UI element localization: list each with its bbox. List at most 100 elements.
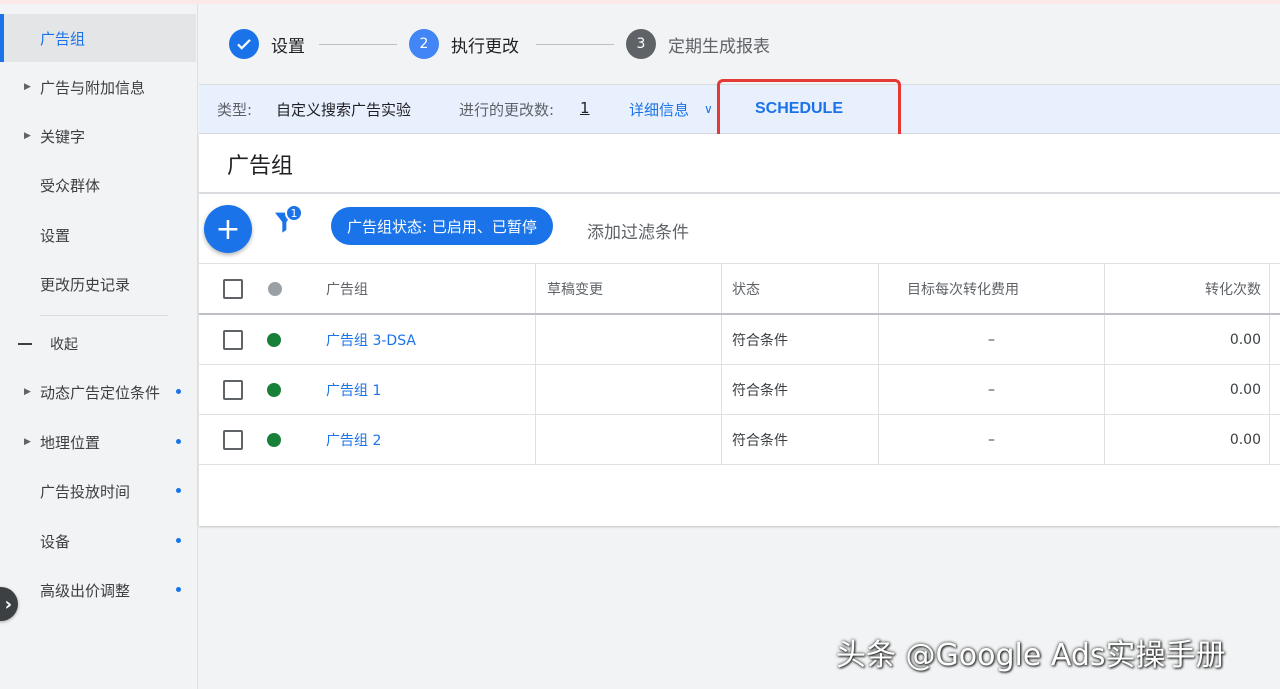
sidebar-item-settings[interactable]: 设置: [0, 211, 196, 259]
plus-icon: +: [215, 211, 241, 247]
sidebar-item-label: 更改历史记录: [40, 275, 131, 294]
details-link[interactable]: 详细信息: [629, 99, 689, 120]
sidebar-item-change-history[interactable]: 更改历史记录: [0, 260, 196, 308]
ad-group-link[interactable]: 广告组 2: [326, 415, 381, 464]
sidebar-item-ads-extensions[interactable]: ▶ 广告与附加信息: [0, 63, 196, 111]
sidebar-nav: 广告组 ▶ 广告与附加信息 ▶ 关键字 受众群体 设置 更改历史记录 收起 ▶ …: [0, 4, 198, 689]
step-connector: [536, 44, 614, 45]
experiment-info-bar: 类型: 自定义搜索广告实验 进行的更改数: 1 详细信息 ∨ SCHEDULE: [199, 84, 1280, 134]
caret-right-icon: ▶: [24, 387, 31, 397]
ad-group-link[interactable]: 广告组 3-DSA: [326, 315, 416, 364]
sidebar-item-label: 设备: [40, 532, 71, 551]
table-row[interactable]: 广告组 1 符合条件 – 0.00: [199, 365, 1280, 415]
add-filter-link[interactable]: 添加过滤条件: [587, 218, 689, 243]
indicator-dot: [176, 389, 181, 394]
watermark: 头条 @Google Ads实操手册: [836, 638, 1226, 673]
conversions-cell: 0.00: [1229, 431, 1261, 448]
column-divider: [535, 415, 536, 464]
sidebar-item-keywords[interactable]: ▶ 关键字: [0, 112, 196, 160]
target-cpa-cell: –: [988, 381, 995, 398]
status-filter-chip[interactable]: 广告组状态: 已启用、已暂停: [331, 207, 553, 245]
column-divider: [721, 415, 722, 464]
caret-right-icon: ▶: [24, 82, 31, 92]
step-number: 3: [626, 29, 656, 59]
row-checkbox[interactable]: [223, 415, 243, 464]
page-title: 广告组: [227, 154, 294, 179]
sidebar-item-label: 设置: [40, 226, 71, 245]
add-button[interactable]: +: [204, 205, 252, 253]
main-content: 设置 2 执行更改 3 定期生成报表 类型: 自定义搜索广告实验 进行的更改数:…: [199, 4, 1280, 689]
step-label: 执行更改: [451, 36, 519, 57]
step-schedule-reports[interactable]: 3 定期生成报表: [626, 29, 770, 59]
column-header-conversions[interactable]: 转化次数: [1104, 264, 1261, 313]
column-header-draft-changes[interactable]: 草稿变更: [547, 264, 603, 313]
caret-right-icon: ▶: [24, 437, 31, 447]
table-row[interactable]: 广告组 3-DSA 符合条件 – 0.00: [199, 315, 1280, 365]
enabled-status-dot: [267, 315, 281, 364]
check-icon: [229, 29, 259, 59]
caret-right-icon: ▶: [24, 131, 31, 141]
changes-count-label: 进行的更改数:: [459, 101, 555, 119]
sidebar-item-label: 广告与附加信息: [40, 78, 146, 97]
chevron-down-icon[interactable]: ∨: [704, 102, 713, 116]
column-divider: [1269, 264, 1270, 313]
column-divider: [721, 264, 722, 313]
stepper: 设置 2 执行更改 3 定期生成报表: [199, 4, 1280, 84]
step-make-changes[interactable]: 2 执行更改: [409, 29, 519, 59]
sidebar-item-label: 动态广告定位条件: [40, 383, 161, 402]
enabled-status-dot: [267, 415, 281, 464]
step-number: 2: [409, 29, 439, 59]
table-header-row: 广告组 草稿变更 状态 目标每次转化费用 转化次数: [199, 263, 1280, 315]
sidebar-item-label: 地理位置: [40, 433, 101, 452]
target-cpa-cell: –: [988, 331, 995, 348]
step-settings[interactable]: 设置: [229, 29, 305, 59]
indicator-dot: [176, 439, 181, 444]
column-divider: [721, 365, 722, 414]
sidebar-item-audiences[interactable]: 受众群体: [0, 161, 196, 209]
target-cpa-cell: –: [988, 431, 995, 448]
select-all-checkbox[interactable]: [223, 264, 243, 313]
filter-count-badge: 1: [285, 204, 303, 222]
column-divider: [1269, 315, 1270, 364]
status-dot-header: [268, 264, 282, 313]
column-header-target-cpa[interactable]: 目标每次转化费用: [907, 264, 1019, 313]
sidebar-item-ad-groups[interactable]: 广告组: [0, 14, 196, 62]
step-connector: [319, 44, 397, 45]
status-cell: 符合条件: [732, 432, 788, 449]
sidebar-item-dynamic-targets[interactable]: ▶ 动态广告定位条件: [0, 368, 196, 416]
sidebar-item-label: 关键字: [40, 127, 86, 146]
sidebar-item-label: 收起: [50, 337, 78, 353]
column-divider: [1269, 365, 1270, 414]
schedule-button[interactable]: SCHEDULE: [739, 85, 859, 133]
ad-group-link[interactable]: 广告组 1: [326, 365, 381, 414]
row-checkbox[interactable]: [223, 365, 243, 414]
table-row[interactable]: 广告组 2 符合条件 – 0.00: [199, 415, 1280, 465]
chevron-right-icon: ›: [4, 593, 12, 615]
conversions-cell: 0.00: [1229, 381, 1261, 398]
sidebar-item-bid-adjustments[interactable]: 高级出价调整: [0, 566, 196, 614]
column-divider: [535, 264, 536, 313]
column-header-ad-group[interactable]: 广告组: [326, 264, 368, 313]
status-cell: 符合条件: [732, 382, 788, 399]
indicator-dot: [176, 488, 181, 493]
step-label: 设置: [271, 36, 305, 57]
column-divider: [535, 365, 536, 414]
filter-toolbar: + 1 广告组状态: 已启用、已暂停 添加过滤条件: [199, 194, 1280, 264]
sidebar-item-locations[interactable]: ▶ 地理位置: [0, 418, 196, 466]
sidebar-item-ad-schedule[interactable]: 广告投放时间: [0, 467, 196, 515]
status-cell: 符合条件: [732, 332, 788, 349]
changes-count-value[interactable]: 1: [580, 99, 590, 117]
column-divider: [878, 264, 879, 313]
column-divider: [535, 315, 536, 364]
column-header-status[interactable]: 状态: [732, 264, 760, 313]
indicator-dot: [176, 538, 181, 543]
sidebar-item-label: 高级出价调整: [40, 581, 131, 600]
sidebar-item-label: 广告投放时间: [40, 482, 131, 501]
row-checkbox[interactable]: [223, 315, 243, 364]
column-divider: [721, 315, 722, 364]
sidebar-collapse-toggle[interactable]: 收起: [0, 320, 196, 368]
conversions-cell: 0.00: [1229, 331, 1261, 348]
minus-icon: [18, 343, 32, 345]
sidebar-item-devices[interactable]: 设备: [0, 517, 196, 565]
column-divider: [1269, 415, 1270, 464]
